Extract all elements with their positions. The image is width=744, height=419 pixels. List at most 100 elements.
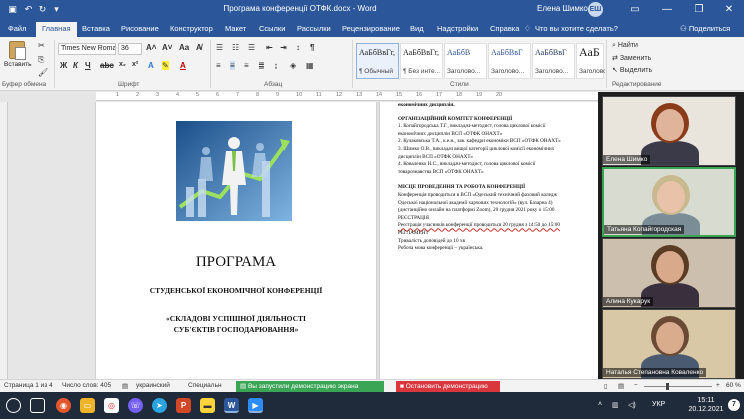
- viber-icon[interactable]: ☏: [128, 398, 143, 413]
- paste-icon[interactable]: [9, 41, 26, 60]
- borders-icon[interactable]: ▦: [306, 61, 314, 70]
- highlight-icon[interactable]: ✎: [162, 61, 169, 70]
- strikethrough-icon[interactable]: abc: [100, 61, 114, 70]
- show-marks-icon[interactable]: ¶: [310, 43, 314, 52]
- style-title[interactable]: АаБ Заголово...: [576, 43, 605, 79]
- minimize-button[interactable]: —: [652, 0, 682, 20]
- font-size-combo[interactable]: 36: [118, 43, 142, 55]
- text-effects-icon[interactable]: A: [148, 61, 154, 70]
- superscript-icon[interactable]: x²: [132, 61, 138, 68]
- language-indicator[interactable]: украинский: [136, 382, 170, 389]
- document-canvas[interactable]: ПРОГРАМА СТУДЕНСЬКОЇ ЕКОНОМІЧНОЇ КОНФЕРЕ…: [8, 102, 598, 379]
- vertical-ruler[interactable]: [0, 102, 8, 379]
- taskbar-clock[interactable]: 15:11 20.12.2021: [686, 396, 726, 414]
- tab-draw[interactable]: Рисование: [121, 24, 159, 33]
- word-count[interactable]: Число слов: 405: [62, 382, 111, 389]
- cut-icon[interactable]: ✂: [38, 41, 45, 50]
- shrink-font-icon[interactable]: A˅: [162, 43, 172, 52]
- tab-view[interactable]: Вид: [410, 24, 424, 33]
- participant-tile[interactable]: Татьяна Копайгородская: [602, 167, 736, 237]
- print-layout-icon[interactable]: ▤: [618, 382, 624, 390]
- increase-indent-icon[interactable]: ⇥: [280, 43, 287, 52]
- tab-addins[interactable]: Надстройки: [437, 24, 478, 33]
- tell-me-search[interactable]: Что вы хотите сделать?: [535, 24, 618, 33]
- format-painter-icon[interactable]: 🖌: [38, 68, 48, 77]
- volume-icon[interactable]: ◁): [628, 401, 636, 409]
- tab-layout[interactable]: Макет: [225, 24, 246, 33]
- shading-icon[interactable]: ◈: [290, 61, 296, 70]
- page-indicator[interactable]: Страница 1 из 4: [4, 382, 53, 389]
- zoom-slider[interactable]: [644, 386, 712, 387]
- italic-icon[interactable]: К: [73, 61, 78, 70]
- zoom-out-icon[interactable]: −: [634, 382, 638, 389]
- file-explorer-icon[interactable]: ▭: [80, 398, 95, 413]
- zoom-in-icon[interactable]: +: [716, 382, 720, 389]
- stop-share-button[interactable]: ■ Остановить демонстрацию: [396, 381, 500, 392]
- subscript-icon[interactable]: x₂: [119, 61, 126, 68]
- underline-icon[interactable]: Ч: [85, 61, 91, 70]
- justify-icon[interactable]: ≣: [258, 61, 265, 70]
- page-1[interactable]: ПРОГРАМА СТУДЕНСЬКОЇ ЕКОНОМІЧНОЇ КОНФЕРЕ…: [96, 102, 376, 379]
- powerpoint-icon[interactable]: P: [176, 398, 191, 413]
- accessibility-indicator[interactable]: Специальн: [188, 382, 222, 389]
- style-heading-2[interactable]: АаБбВвГ Заголово...: [488, 43, 531, 79]
- tab-home[interactable]: Главная: [36, 22, 77, 37]
- close-button[interactable]: ✕: [714, 0, 744, 20]
- font-name-combo[interactable]: Times New Roma: [58, 43, 116, 55]
- paste-button-label[interactable]: Вставить: [4, 61, 32, 68]
- multilevel-list-icon[interactable]: ☰: [248, 43, 255, 52]
- participant-tile[interactable]: Наталья Степановна Коваленко: [602, 309, 736, 379]
- telegram-icon[interactable]: ➤: [152, 398, 167, 413]
- tab-references[interactable]: Ссылки: [259, 24, 285, 33]
- font-color-icon[interactable]: A: [180, 61, 186, 70]
- style-no-spacing[interactable]: АаБбВвГг, ¶ Без инте...: [400, 43, 443, 79]
- zoom-slider-thumb[interactable]: [666, 383, 669, 390]
- account-avatar[interactable]: ЕШ: [588, 2, 603, 17]
- maximize-button[interactable]: ❐: [684, 0, 714, 20]
- align-center-icon[interactable]: ≡: [230, 61, 235, 70]
- zoom-app-icon[interactable]: ▶: [248, 398, 263, 413]
- zoom-level[interactable]: 60 %: [726, 382, 741, 389]
- line-spacing-icon[interactable]: ↨: [274, 61, 278, 70]
- bold-icon[interactable]: Ж: [60, 61, 67, 70]
- participant-tile[interactable]: Алина Кукарук: [602, 238, 736, 308]
- copy-icon[interactable]: ⎘: [38, 55, 44, 65]
- tab-mailings[interactable]: Рассылки: [297, 24, 331, 33]
- sort-icon[interactable]: ↕: [296, 43, 300, 52]
- tab-file[interactable]: Файл: [8, 24, 26, 33]
- network-icon[interactable]: ▥: [612, 401, 619, 409]
- task-view-icon[interactable]: [30, 398, 45, 413]
- select-button[interactable]: ↖ Выделить: [612, 66, 652, 74]
- search-icon[interactable]: [6, 398, 21, 413]
- align-right-icon[interactable]: ≡: [244, 61, 249, 70]
- find-button[interactable]: ⌕ Найти: [612, 42, 638, 50]
- proofing-icon[interactable]: ▤: [122, 382, 128, 390]
- account-name[interactable]: Елена Шимко: [537, 4, 588, 13]
- tray-chevron-icon[interactable]: ˄: [598, 401, 602, 408]
- grow-font-icon[interactable]: A˄: [146, 43, 156, 52]
- read-mode-icon[interactable]: ▯: [604, 382, 608, 390]
- participant-tile[interactable]: Елена Шимко: [602, 96, 736, 166]
- word-icon[interactable]: W: [224, 398, 239, 413]
- change-case-icon[interactable]: Aa: [179, 43, 189, 52]
- align-left-icon[interactable]: ≡: [216, 61, 221, 70]
- bullets-icon[interactable]: ☰: [216, 43, 223, 52]
- page-2[interactable]: економічних дисциплін. ОРГАНІЗАЦІЙНИЙ КОМ…: [380, 102, 598, 379]
- chrome-icon[interactable]: ◎: [104, 398, 119, 413]
- tab-help[interactable]: Справка: [490, 24, 519, 33]
- keyboard-language[interactable]: УКР: [652, 401, 665, 408]
- firefox-icon[interactable]: ◉: [56, 398, 71, 413]
- tab-design[interactable]: Конструктор: [170, 24, 213, 33]
- folder-icon[interactable]: ▬: [200, 398, 215, 413]
- clear-formatting-icon[interactable]: A̸: [196, 43, 202, 52]
- style-heading-1[interactable]: АаБбВ Заголово...: [444, 43, 487, 79]
- share-button[interactable]: ⚇ Поделиться: [680, 24, 730, 33]
- decrease-indent-icon[interactable]: ⇤: [266, 43, 273, 52]
- notifications-badge[interactable]: 7: [728, 399, 740, 411]
- horizontal-ruler[interactable]: 1 2 3 4 5 6 7 8 9 10 11 12 13 14 15 16 1…: [96, 92, 598, 101]
- replace-button[interactable]: ⇄ Заменить: [612, 54, 651, 62]
- style-heading-3[interactable]: АаБбВвГ Заголово...: [532, 43, 575, 79]
- ribbon-display-icon[interactable]: ▭: [620, 0, 650, 20]
- numbering-icon[interactable]: ☷: [232, 43, 239, 52]
- style-normal[interactable]: АаБбВвГг, ¶ Обычный: [356, 43, 399, 79]
